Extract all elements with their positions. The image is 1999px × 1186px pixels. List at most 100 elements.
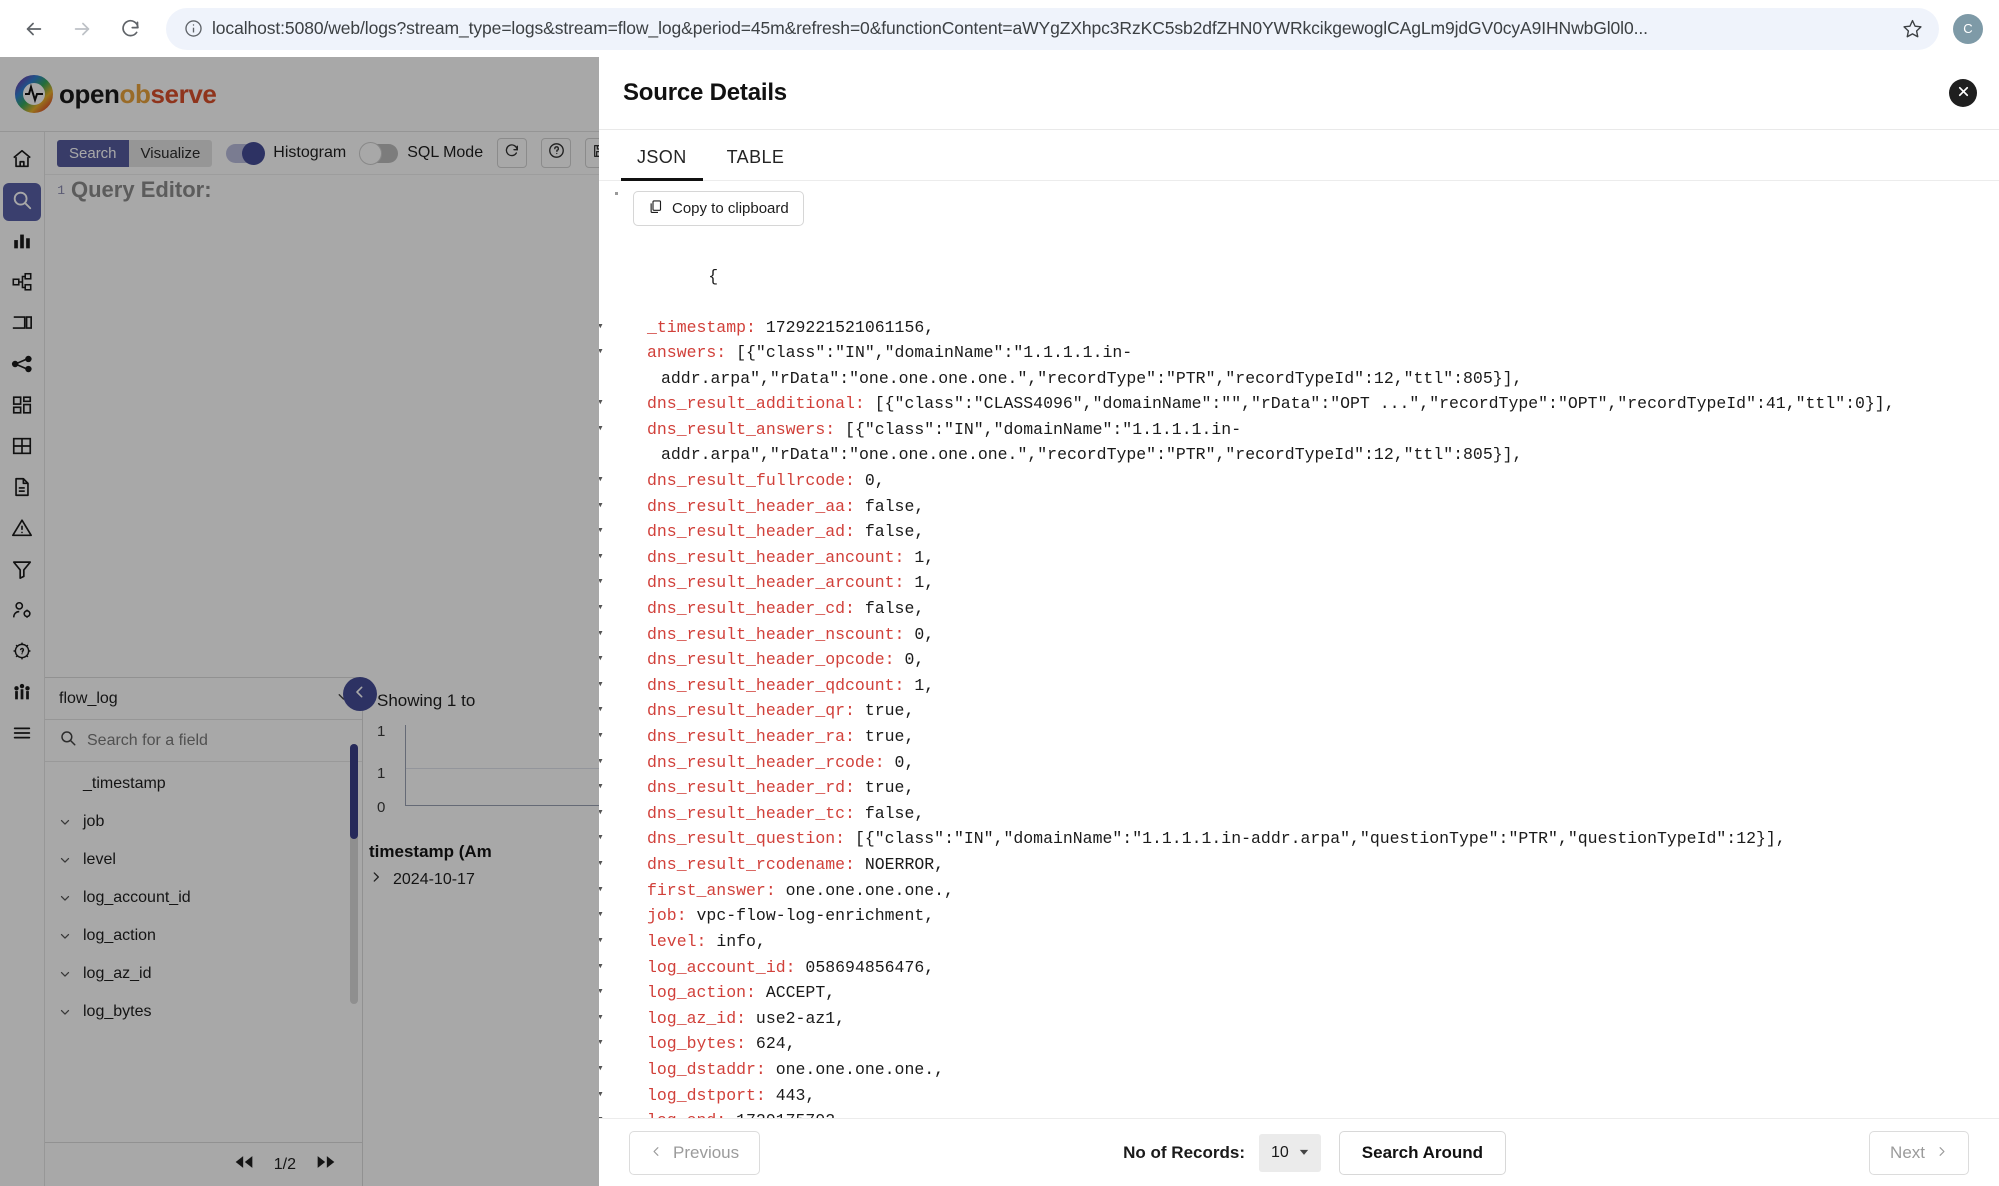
json-value: 0, — [885, 753, 915, 772]
json-key: log_dstport: — [647, 1086, 766, 1105]
caret-down-icon[interactable]: ▾ — [629, 340, 647, 366]
json-entry: ▾_timestamp: 1729221521061156, — [629, 315, 1989, 341]
caret-down-icon[interactable]: ▾ — [629, 596, 647, 622]
json-value: 624, — [746, 1034, 796, 1053]
caret-down-icon[interactable]: ▾ — [629, 1057, 647, 1083]
json-entry: ▾log_bytes: 624, — [629, 1031, 1989, 1057]
caret-down-icon[interactable]: ▾ — [629, 724, 647, 750]
address-bar[interactable]: localhost:5080/web/logs?stream_type=logs… — [166, 8, 1939, 50]
json-key: answers: — [647, 343, 726, 362]
json-value: false, — [855, 497, 924, 516]
close-icon — [1956, 84, 1971, 102]
caret-down-icon[interactable]: ▾ — [629, 750, 647, 776]
json-key: dns_result_header_ancount: — [647, 548, 904, 567]
caret-down-icon[interactable]: ▾ — [629, 929, 647, 955]
json-entry: ▾dns_result_header_cd: false, — [629, 596, 1989, 622]
search-around-button[interactable]: Search Around — [1339, 1131, 1506, 1175]
json-entry: ▾log_az_id: use2-az1, — [629, 1006, 1989, 1032]
json-value: NOERROR, — [855, 855, 944, 874]
next-button[interactable]: Next — [1869, 1131, 1969, 1175]
json-entry: ▾dns_result_header_opcode: 0, — [629, 647, 1989, 673]
json-key: dns_result_header_tc: — [647, 804, 855, 823]
dialog-footer: Previous No of Records: 10 Search Around… — [599, 1118, 1999, 1186]
json-entry: ▾log_account_id: 058694856476, — [629, 955, 1989, 981]
json-entry: ▾log_dstaddr: one.one.one.one., — [629, 1057, 1989, 1083]
json-value: 0, — [904, 625, 934, 644]
back-button[interactable] — [14, 9, 54, 49]
caret-down-icon[interactable]: ▾ — [629, 903, 647, 929]
previous-button-label: Previous — [673, 1143, 739, 1163]
json-value: false, — [855, 599, 924, 618]
json-value: true, — [855, 702, 914, 721]
caret-down-icon[interactable]: ▾ — [629, 1031, 647, 1057]
caret-down-icon[interactable]: ▾ — [629, 315, 647, 341]
json-entry: ▾dns_result_answers: [{"class":"IN","dom… — [629, 417, 1989, 468]
caret-down-icon[interactable]: ▾ — [629, 775, 647, 801]
star-icon[interactable] — [1895, 18, 1929, 39]
json-value: one.one.one.one., — [776, 881, 954, 900]
caret-down-icon[interactable]: ▾ — [629, 570, 647, 596]
json-entry: ▾dns_result_header_qr: true, — [629, 698, 1989, 724]
json-key: log_dstaddr: — [647, 1060, 766, 1079]
dialog-header: Source Details — [599, 57, 1999, 129]
json-key: dns_result_header_nscount: — [647, 625, 904, 644]
json-value: vpc-flow-log-enrichment, — [687, 906, 935, 925]
reload-button[interactable] — [110, 9, 150, 49]
caret-down-icon[interactable]: ▾ — [629, 545, 647, 571]
records-label: No of Records: — [1123, 1143, 1245, 1163]
json-value: one.one.one.one., — [766, 1060, 944, 1079]
next-button-label: Next — [1890, 1143, 1925, 1163]
forward-button[interactable] — [62, 9, 102, 49]
json-entry: ▾first_answer: one.one.one.one., — [629, 878, 1989, 904]
json-key: dns_result_answers: — [647, 420, 835, 439]
json-key: log_account_id: — [647, 958, 796, 977]
json-entry: ▾dns_result_header_rcode: 0, — [629, 750, 1989, 776]
caret-down-icon[interactable]: ▾ — [629, 698, 647, 724]
json-entry: ▾dns_result_fullrcode: 0, — [629, 468, 1989, 494]
json-entry: ▾dns_result_header_rd: true, — [629, 775, 1989, 801]
json-key: log_end: — [647, 1111, 726, 1118]
json-entry: ▾dns_result_header_nscount: 0, — [629, 622, 1989, 648]
json-entry: ▾dns_result_header_ad: false, — [629, 519, 1989, 545]
copy-to-clipboard-button[interactable]: Copy to clipboard — [633, 191, 804, 226]
tab-json[interactable]: JSON — [621, 147, 703, 180]
caret-down-icon[interactable]: ▾ — [629, 494, 647, 520]
caret-down-icon[interactable]: ▾ — [629, 826, 647, 852]
source-details-dialog: Source Details JSON TABLE Copy to clipbo… — [599, 57, 1999, 1186]
json-entry: ▾dns_result_header_aa: false, — [629, 494, 1989, 520]
caret-down-icon[interactable]: ▾ — [629, 622, 647, 648]
caret-down-icon[interactable]: ▾ — [629, 852, 647, 878]
json-entry: ▾dns_result_question: [{"class":"IN","do… — [629, 826, 1989, 852]
close-button[interactable] — [1949, 79, 1977, 107]
caret-down-icon[interactable]: ▾ — [629, 980, 647, 1006]
caret-down-icon[interactable]: ▾ — [629, 1108, 647, 1118]
caret-down-icon[interactable]: ▾ — [629, 417, 647, 443]
caret-down-icon[interactable]: ▾ — [629, 878, 647, 904]
previous-button[interactable]: Previous — [629, 1131, 760, 1175]
profile-avatar[interactable]: C — [1953, 14, 1983, 44]
json-value: 1, — [904, 573, 934, 592]
records-per-page-select[interactable]: 10 — [1259, 1134, 1321, 1172]
tab-table[interactable]: TABLE — [711, 147, 801, 180]
json-key: log_action: — [647, 983, 756, 1002]
caret-down-icon[interactable]: ▾ — [629, 955, 647, 981]
forward-arrow-icon — [71, 18, 93, 40]
json-open-brace: { — [708, 267, 718, 286]
copy-icon — [648, 199, 663, 218]
caret-down-icon[interactable]: ▾ — [629, 1083, 647, 1109]
caret-down-icon[interactable]: ▾ — [629, 519, 647, 545]
json-value: 1, — [904, 676, 934, 695]
caret-down-icon[interactable]: ▾ — [629, 801, 647, 827]
caret-down-icon[interactable]: ▾ — [629, 673, 647, 699]
caret-down-icon[interactable]: ▾ — [629, 1006, 647, 1032]
caret-down-icon[interactable]: ▾ — [629, 391, 647, 417]
json-value: true, — [855, 778, 914, 797]
caret-down-icon[interactable]: ▾ — [629, 468, 647, 494]
caret-down-icon[interactable]: ▾ — [629, 647, 647, 673]
json-key: dns_result_header_qdcount: — [647, 676, 904, 695]
json-key: log_az_id: — [647, 1009, 746, 1028]
json-key: dns_result_header_opcode: — [647, 650, 895, 669]
site-info-icon[interactable] — [180, 16, 206, 42]
json-entry: ▾dns_result_rcodename: NOERROR, — [629, 852, 1989, 878]
json-entry: ▾log_end: 1729175792, — [629, 1108, 1989, 1118]
